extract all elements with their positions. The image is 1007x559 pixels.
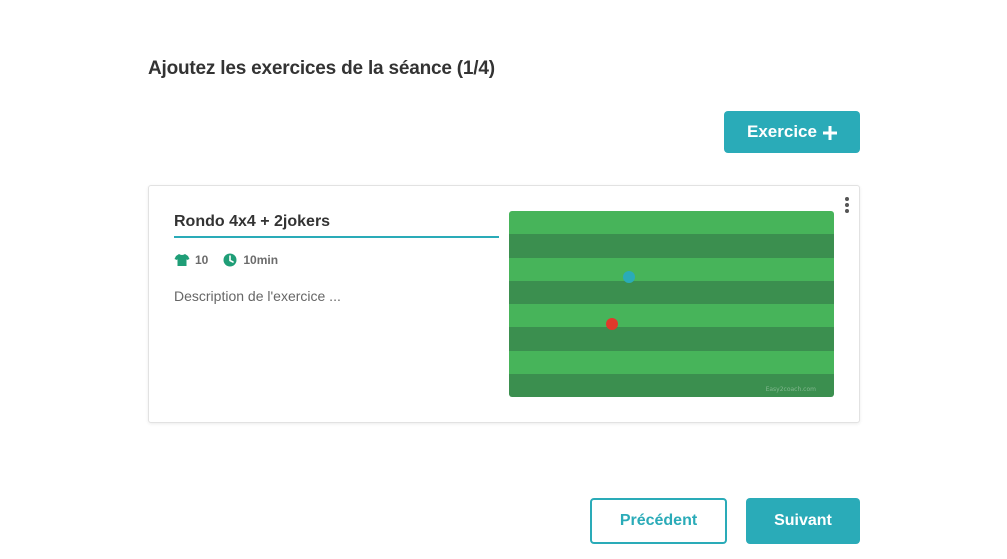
clock-icon — [222, 252, 238, 268]
plus-icon — [822, 125, 837, 140]
kebab-dot — [845, 197, 849, 201]
players-count: 10 — [174, 252, 208, 268]
pitch-stripe — [509, 327, 834, 351]
exercise-card: Rondo 4x4 + 2jokers 10 10min Description… — [148, 185, 860, 423]
exercise-description-input[interactable]: Description de l'exercice ... — [174, 288, 341, 304]
pitch-stripe — [509, 211, 834, 235]
exercise-meta: 10 10min — [174, 252, 292, 268]
duration: 10min — [222, 252, 278, 268]
pitch-stripe — [509, 350, 834, 375]
exercise-title-input[interactable]: Rondo 4x4 + 2jokers — [174, 212, 499, 238]
next-button[interactable]: Suivant — [746, 498, 860, 544]
add-exercise-label: Exercice — [747, 122, 817, 141]
kebab-dot — [845, 209, 849, 213]
duration-value: 10min — [243, 253, 279, 267]
players-value: 10 — [195, 253, 209, 267]
kebab-menu-icon[interactable] — [841, 194, 853, 216]
page-title: Ajoutez les exercices de la séance (1/4) — [148, 58, 495, 79]
pitch-stripe — [509, 304, 834, 328]
pitch-stripe — [509, 257, 834, 282]
pitch-diagram[interactable]: Easy2coach.com — [509, 211, 834, 397]
previous-button[interactable]: Précédent — [590, 498, 727, 544]
pitch-watermark: Easy2coach.com — [765, 386, 816, 393]
player-marker-red — [606, 318, 618, 330]
pitch-stripe — [509, 234, 834, 258]
kebab-dot — [845, 203, 849, 207]
player-marker-blue — [623, 271, 635, 283]
add-exercise-button[interactable]: Exercice — [724, 111, 860, 153]
pitch-stripe — [509, 280, 834, 305]
shirt-icon — [174, 252, 190, 268]
